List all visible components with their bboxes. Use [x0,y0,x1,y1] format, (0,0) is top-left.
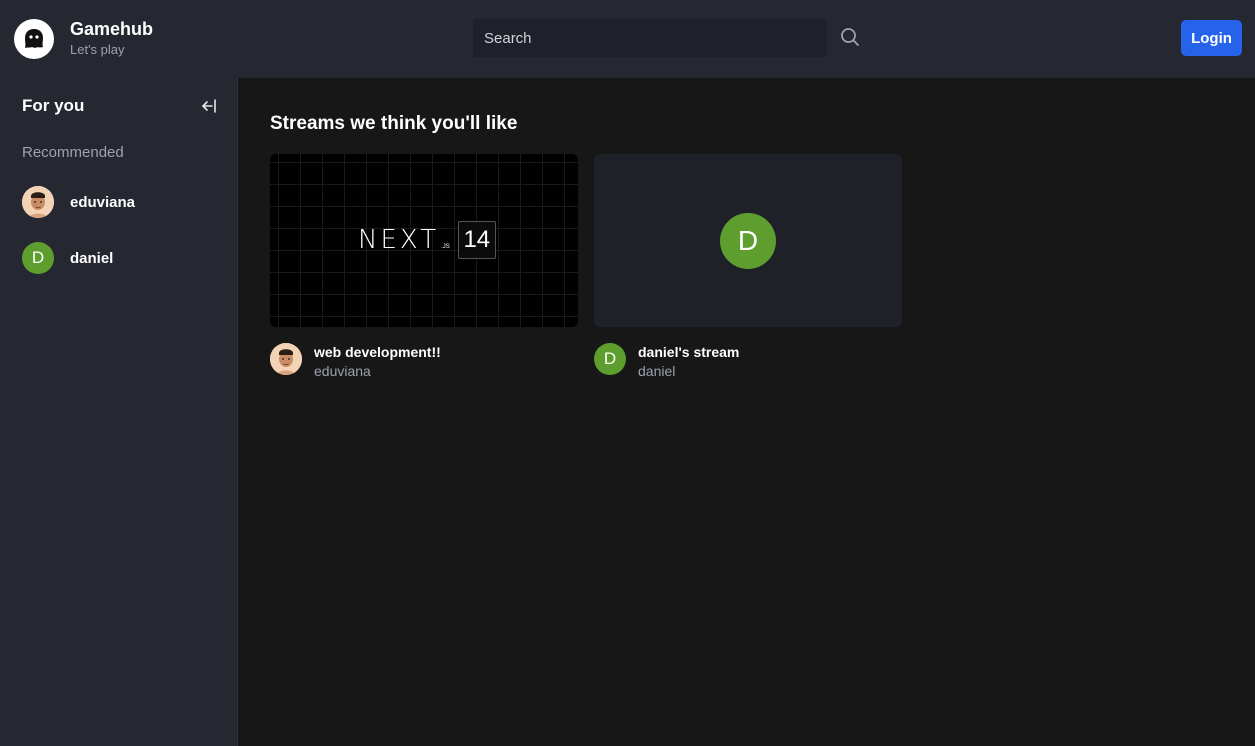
stream-thumbnail[interactable]: D [594,154,902,327]
avatar [22,186,54,218]
avatar[interactable] [270,343,302,375]
brand-title: Gamehub [70,19,154,39]
stream-meta: web development!! eduviana [270,343,578,381]
stream-title[interactable]: daniel's stream [638,343,739,361]
stream-username[interactable]: eduviana [314,361,441,381]
thumbnail-version: 14 [457,221,496,259]
stream-title[interactable]: web development!! [314,343,441,361]
avatar[interactable]: D [594,343,626,375]
recommended-label: Recommended [22,144,124,161]
sidebar-item-label: daniel [70,249,114,267]
brand[interactable]: Gamehub Let's play [14,18,153,59]
ghost-icon [14,18,54,59]
search-icon [840,27,860,50]
sidebar-item-eduviana[interactable]: eduviana [22,186,222,218]
login-button[interactable]: Login [1181,20,1242,56]
stream-username[interactable]: daniel [638,361,739,381]
avatar: D [720,212,776,269]
sidebar: For you Recommended eduviana D daniel [0,78,238,746]
stream-meta: D daniel's stream daniel [594,343,902,381]
page-title: Streams we think you'll like [270,113,518,134]
thumbnail-word: NEXT [358,225,440,255]
avatar: D [22,242,54,274]
thumbnail-suffix: .JS [441,244,450,250]
search-input[interactable] [473,19,827,57]
sidebar-title: For you [22,96,85,115]
stream-card-web-development[interactable]: NEXT .JS 14 web development!! eduviana [270,154,578,381]
arrow-left-to-line-icon[interactable] [200,97,218,115]
search-form [473,19,873,57]
sidebar-header: For you [22,96,218,116]
sidebar-item-label: eduviana [70,193,136,211]
sidebar-item-daniel[interactable]: D daniel [22,242,222,274]
stream-thumbnail[interactable]: NEXT .JS 14 [270,154,578,327]
stream-card-daniel[interactable]: D D daniel's stream daniel [594,154,902,381]
nextjs-logo: NEXT .JS 14 [358,221,496,259]
brand-subtitle: Let's play [70,42,125,57]
search-button[interactable] [827,19,873,57]
top-navbar: Gamehub Let's play Login [0,0,1255,78]
